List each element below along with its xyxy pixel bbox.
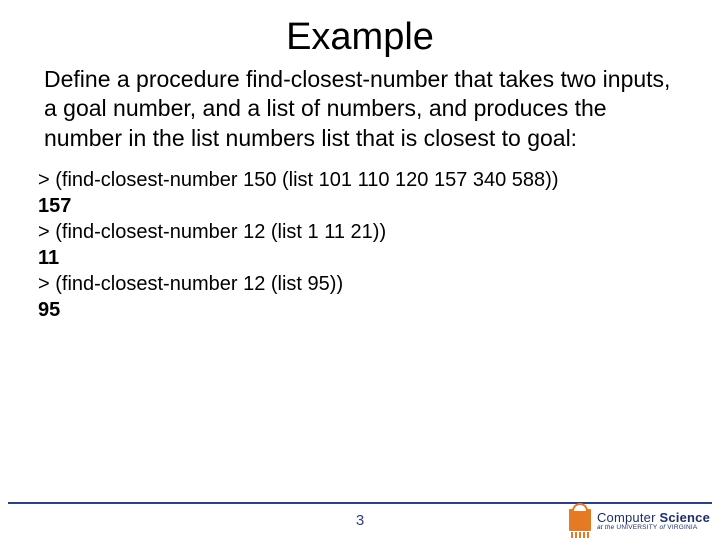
slide: Example Define a procedure find-closest-…: [0, 16, 720, 556]
code-line: > (find-closest-number 12 (list 1 11 21)…: [38, 219, 682, 245]
slide-title: Example: [0, 16, 720, 59]
footer: 3 Computer Science at the UNIVERSITY of …: [0, 502, 720, 556]
department-logo: Computer Science at the UNIVERSITY of VI…: [569, 504, 710, 538]
logo-sub: UNIVERSITY: [616, 524, 657, 531]
code-example: > (find-closest-number 150 (list 101 110…: [38, 167, 682, 323]
logo-word: Computer: [597, 510, 660, 525]
code-result: 157: [38, 193, 682, 219]
code-result: 11: [38, 245, 682, 271]
code-line: > (find-closest-number 150 (list 101 110…: [38, 167, 682, 193]
logo-sub: at the: [597, 524, 616, 531]
rotunda-icon: [569, 504, 591, 538]
code-result: 95: [38, 297, 682, 323]
logo-word-bold: Science: [659, 510, 710, 525]
body-paragraph: Define a procedure find-closest-number t…: [44, 65, 676, 153]
logo-sub: VIRGINIA: [667, 524, 697, 531]
logo-sub: of: [657, 524, 667, 531]
code-line: > (find-closest-number 12 (list 95)): [38, 271, 682, 297]
logo-text: Computer Science at the UNIVERSITY of VI…: [597, 511, 710, 532]
